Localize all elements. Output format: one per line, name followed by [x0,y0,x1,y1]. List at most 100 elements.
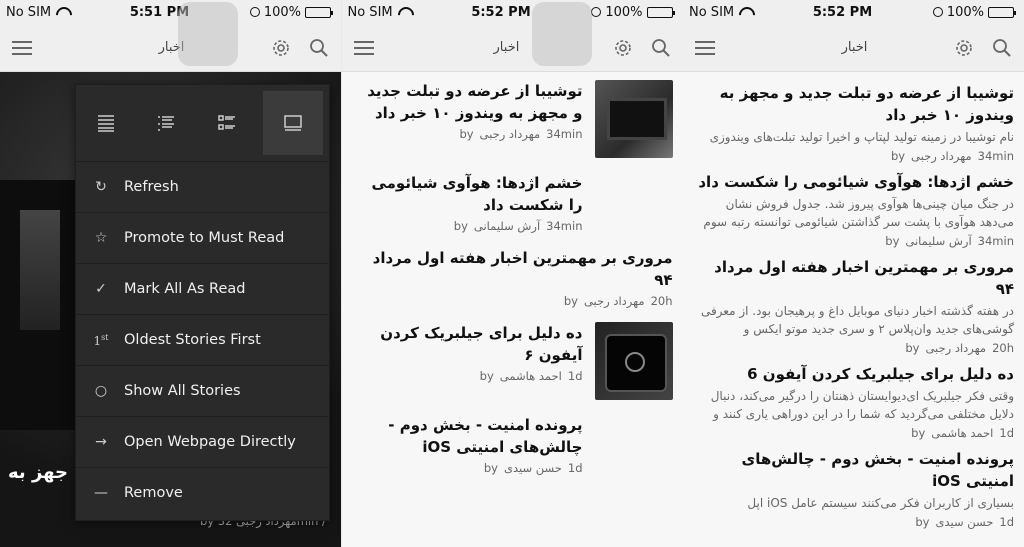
page-title: اخبار [158,40,185,55]
wifi-icon [738,7,752,17]
article-meta: 34min مهرداد رجبی by [459,127,583,141]
article-meta: 1d احمد هاشمی by [911,426,1014,440]
nav-bar: اخبار [0,24,341,72]
wifi-icon [397,7,411,17]
hamburger-icon[interactable] [353,40,374,55]
three-phone-screens: No SIM 5:51 PM 100% اخبار جهز به by مهرد… [0,0,1024,547]
article-headline: ده دلیل برای جیلبریک کردن آیفون 6 [747,365,1014,383]
article-headline: مروری بر مهمترین اخبار هفته اول مرداد ۹۴ [372,249,673,289]
article-list: توشیبا از عرضه دو تبلت جدید و مجهز به وی… [683,72,1024,529]
rotation-lock-icon [249,7,260,17]
view-mode-selector [76,85,329,161]
options-menu: ↻ Refresh ☆ Promote to Must Read ✓ Mark All… [75,84,330,521]
article-headline: پرونده امنیت - بخش دوم - چالش‌های امنیتی… [388,416,583,456]
menu-item-mark-all-read[interactable]: ✓ Mark All As Read [76,263,329,314]
status-bar: No SIM 5:52 PM 100% [341,0,683,24]
article-meta: 34min مهرداد رجبی by [890,149,1014,163]
gear-icon[interactable] [954,38,974,58]
refresh-icon: ↻ [95,179,107,195]
article-item[interactable]: توشیبا از عرضه دو تبلت جدید و مجهز به وی… [356,80,673,158]
status-bar: No SIM 5:52 PM 100% [683,0,1024,24]
gear-icon[interactable] [271,38,291,58]
article-headline: توشیبا از عرضه دو تبلت جدید و مجهز به وی… [719,84,1014,124]
article-headline: خشم اژدها: هوآوی شیائومی را شکست داد [371,174,583,214]
first-order-icon: 1st [93,332,109,348]
search-icon[interactable] [309,38,329,58]
view-compact-button[interactable] [76,85,136,161]
article-summary: در هفته گذشته اخبار دنیای موبایل داغ و پ… [700,304,1014,336]
minus-icon: — [94,485,108,501]
menu-item-show-all[interactable]: ○ Show All Stories [76,365,329,416]
phone-panel-thumbnails: No SIM 5:52 PM 100% اخبار توشیبا از عرضه… [341,0,683,547]
view-cards-button[interactable] [197,85,257,161]
battery-icon [305,6,333,18]
list-dense-icon [98,115,115,132]
article-summary: در جنگ میان چینی‌ها هوآوی پیروز شد. جدول… [703,197,1014,229]
status-bar: No SIM 5:51 PM 100% [0,0,341,24]
menu-item-refresh[interactable]: ↻ Refresh [76,161,329,212]
phone-panel-summaries: No SIM 5:52 PM 100% اخبار توشیبا از عرضه… [683,0,1024,547]
article-meta: 34min آرش سلیمانی by [453,219,583,233]
article-item[interactable]: پرونده امنیت - بخش دوم - چالش‌های امنیتی… [356,414,673,475]
carrier-label: No SIM [6,4,52,20]
grid-list-icon [217,115,235,130]
touch-highlight [531,2,592,66]
clock: 5:52 PM [471,4,531,20]
menu-item-promote[interactable]: ☆ Promote to Must Read [76,212,329,263]
wifi-icon [55,7,69,17]
article-meta: 20h مهرداد رجبی by [905,341,1014,355]
circle-icon: ○ [94,383,108,399]
article-headline: مروری بر مهمترین اخبار هفته اول مرداد ۹۴ [714,258,1014,298]
article-summary: وقتی فکر جیلبریک ای‌دیوایستان ذهنتان را … [710,389,1014,421]
gear-icon[interactable] [613,38,633,58]
article-thumbnail [594,80,673,158]
hero-headline: جهز به [8,462,68,483]
article-item[interactable]: مروری بر مهمترین اخبار هفته اول مرداد ۹۴… [356,247,673,308]
magazine-icon [284,115,302,131]
article-meta: 20h مهرداد رجبی by [563,294,673,308]
nav-bar: اخبار [341,24,683,72]
article-meta: 1d احمد هاشمی by [479,369,583,383]
article-list: توشیبا از عرضه دو تبلت جدید و مجهز به وی… [342,72,683,475]
arrow-right-icon: → [95,434,107,450]
phone-panel-menu: No SIM 5:51 PM 100% اخبار جهز به by مهرد… [0,0,341,547]
battery-percent: 100% [263,4,301,20]
article-headline: پرونده امنیت - بخش دوم - چالش‌های امنیتی… [741,450,1015,490]
star-icon: ☆ [94,230,108,246]
menu-item-open-webpage[interactable]: → Open Webpage Directly [76,416,329,467]
carrier-label: No SIM [347,4,393,20]
battery-percent: 100% [946,4,984,20]
carrier-label: No SIM [689,4,735,20]
article-headline: ده دلیل برای جیلبریک کردن آیفون ۶ [380,324,583,364]
touch-highlight [178,2,238,66]
article-item[interactable]: ده دلیل برای جیلبریک کردن آیفون ۶ 1d احمد… [356,322,673,400]
nav-bar: اخبار [683,24,1024,72]
article-meta: 1d حسن سیدی by [915,515,1014,529]
battery-icon [646,6,675,18]
rotation-lock-icon [932,7,943,17]
menu-item-oldest-first[interactable]: 1st Oldest Stories First [76,314,329,365]
search-icon[interactable] [992,38,1012,58]
hamburger-icon[interactable] [12,40,32,55]
article-item[interactable]: توشیبا از عرضه دو تبلت جدید و مجهز به وی… [697,82,1014,163]
article-headline: توشیبا از عرضه دو تبلت جدید و مجهز به وی… [367,82,583,122]
article-headline: خشم اژدها: هوآوی شیائومی را شکست داد [698,173,1014,191]
article-thumbnail [594,322,673,400]
article-meta: 34min آرش سلیمانی by [885,234,1014,248]
battery-percent: 100% [605,4,643,20]
menu-item-remove[interactable]: — Remove [76,467,329,518]
page-title: اخبار [841,40,868,55]
article-item[interactable]: مروری بر مهمترین اخبار هفته اول مرداد ۹۴… [697,256,1014,355]
article-item[interactable]: خشم اژدها: هوآوی شیائومی را شکست داد 34m… [356,172,673,233]
article-item[interactable]: خشم اژدها: هوآوی شیائومی را شکست داد در … [697,171,1014,248]
article-item[interactable]: ده دلیل برای جیلبریک کردن آیفون 6 وقتی ف… [697,363,1014,440]
search-icon[interactable] [651,38,671,58]
view-list-button[interactable] [136,85,196,161]
hamburger-icon[interactable] [695,40,715,55]
article-item[interactable]: پرونده امنیت - بخش دوم - چالش‌های امنیتی… [697,448,1015,529]
article-summary: نام توشیبا در زمینه تولید لپتاپ و اخیرا … [709,130,1014,144]
view-magazine-button[interactable] [262,91,323,155]
battery-icon [988,6,1016,18]
article-meta: 1d حسن سیدی by [483,461,583,475]
list-icon [158,116,175,131]
